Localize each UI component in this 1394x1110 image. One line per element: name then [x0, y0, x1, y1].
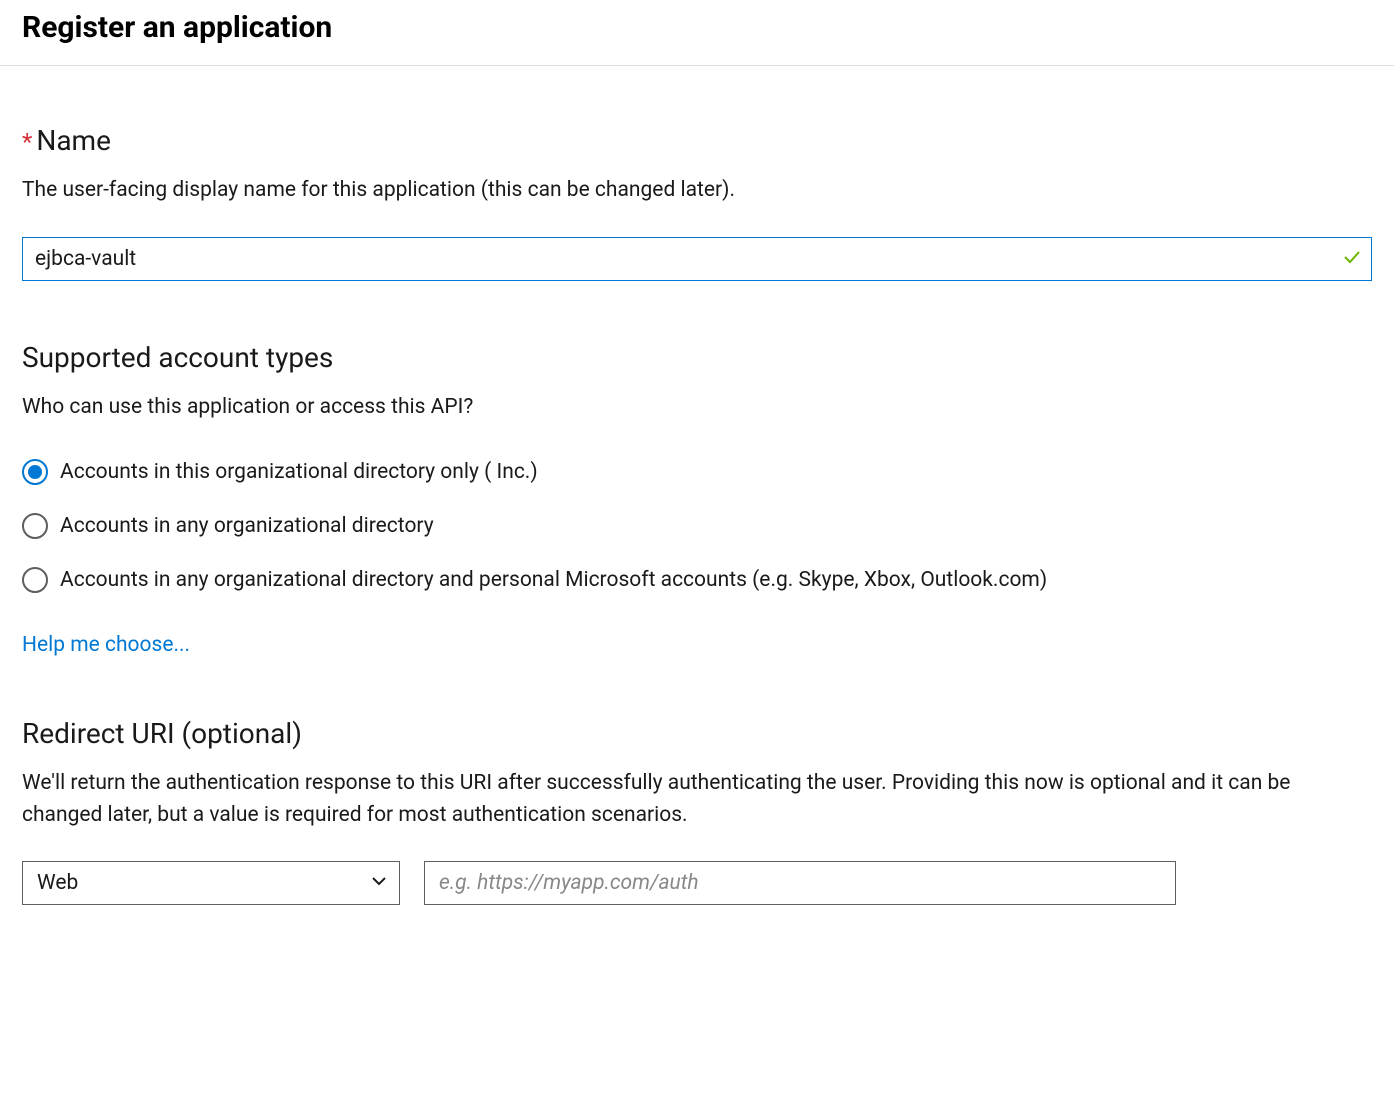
redirect-uri-input[interactable] [424, 861, 1176, 905]
account-types-description: Who can use this application or access t… [22, 392, 1372, 424]
radio-icon [22, 513, 48, 539]
account-types-radio-group: Accounts in this organizational director… [22, 459, 1372, 593]
name-input[interactable] [22, 237, 1372, 281]
redirect-uri-title: Redirect URI (optional) [22, 717, 1372, 750]
redirect-uri-description: We'll return the authentication response… [22, 768, 1372, 831]
account-types-title: Supported account types [22, 341, 1372, 374]
chevron-down-icon [369, 871, 389, 895]
radio-icon [22, 459, 48, 485]
account-types-section: Supported account types Who can use this… [22, 341, 1372, 658]
required-asterisk: * [22, 130, 32, 154]
name-description: The user-facing display name for this ap… [22, 175, 1372, 207]
radio-label: Accounts in any organizational directory [60, 514, 434, 538]
radio-icon [22, 567, 48, 593]
radio-label: Accounts in this organizational director… [60, 460, 538, 484]
redirect-uri-section: Redirect URI (optional) We'll return the… [22, 717, 1372, 905]
radio-label: Accounts in any organizational directory… [60, 568, 1047, 592]
redirect-type-select[interactable]: Web [22, 861, 400, 905]
name-label: Name [36, 124, 111, 157]
help-me-choose-link[interactable]: Help me choose... [22, 633, 190, 657]
name-section: * Name The user-facing display name for … [22, 124, 1372, 281]
page-title: Register an application [22, 10, 1372, 45]
radio-option-org-only[interactable]: Accounts in this organizational director… [22, 459, 1372, 485]
select-value: Web [37, 871, 78, 895]
radio-option-any-org-personal[interactable]: Accounts in any organizational directory… [22, 567, 1372, 593]
checkmark-icon [1342, 247, 1362, 271]
radio-option-any-org[interactable]: Accounts in any organizational directory [22, 513, 1372, 539]
